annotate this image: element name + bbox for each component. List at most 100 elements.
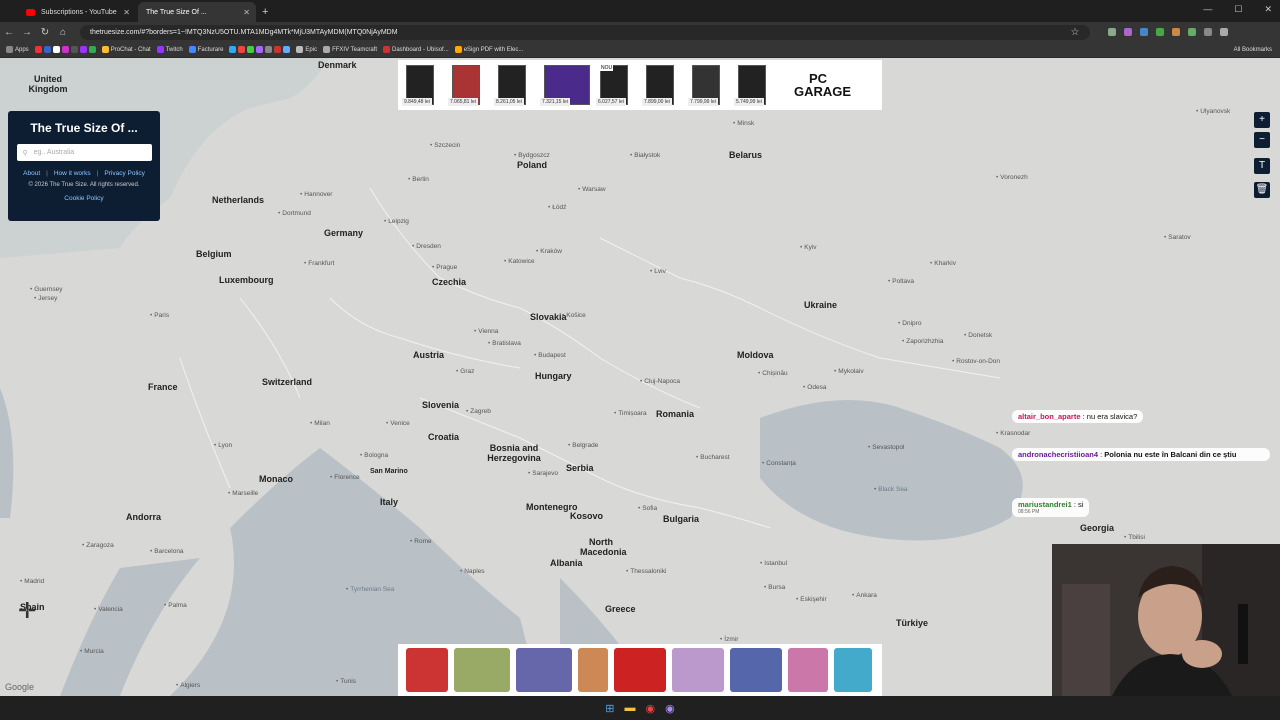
- pc-product[interactable]: 7.899,00 lei: [642, 65, 682, 106]
- city-label: Donetsk: [964, 332, 992, 339]
- pc-product[interactable]: 7.799,99 lei: [688, 65, 728, 106]
- favicon-icon: [323, 46, 331, 53]
- bookmark-ubisoft[interactable]: Dashboard - Ubisof...: [383, 46, 449, 53]
- close-window-icon[interactable]: ✕: [1264, 4, 1272, 15]
- city-label: Constanța: [762, 460, 796, 467]
- cookie-policy-link[interactable]: Cookie Policy: [8, 195, 160, 202]
- reload-icon[interactable]: ↻: [36, 27, 54, 38]
- bookmark-ffxiv[interactable]: FFXIV Teamcraft: [323, 46, 377, 53]
- product-image[interactable]: [672, 648, 724, 692]
- chat-message: andronachecristiioan4 : Polonia nu este …: [1012, 448, 1270, 461]
- all-bookmarks[interactable]: All Bookmarks: [1234, 47, 1272, 53]
- bookmark-prochat[interactable]: ProChat - Chat: [101, 46, 151, 53]
- maximize-icon[interactable]: ☐: [1234, 4, 1242, 15]
- product-image[interactable]: [454, 648, 510, 692]
- extension-icon[interactable]: [1188, 28, 1196, 36]
- zoom-out-button[interactable]: −: [1254, 132, 1270, 148]
- country-label: Netherlands: [212, 195, 265, 205]
- privacy-policy-link[interactable]: Privacy Policy: [104, 170, 144, 177]
- close-icon[interactable]: ✕: [123, 8, 130, 17]
- city-label: Timișoara: [614, 410, 646, 417]
- country-label: Kosovo: [570, 511, 604, 521]
- forward-icon[interactable]: →: [18, 27, 36, 38]
- extension-icon[interactable]: [1140, 28, 1148, 36]
- extension-icon[interactable]: [1220, 28, 1228, 36]
- address-bar[interactable]: thetruesize.com/#?borders=1~!MTQ3NzU5OTU…: [80, 24, 1090, 40]
- product-image[interactable]: [788, 648, 828, 692]
- product-image[interactable]: [834, 648, 872, 692]
- favicon-icon: [383, 46, 390, 53]
- city-label: Jersey: [34, 295, 57, 302]
- city-label: Leipzig: [384, 218, 409, 225]
- bookmark-icons[interactable]: [34, 46, 96, 53]
- bookmark-epic[interactable]: Epic: [296, 46, 317, 53]
- tab-youtube[interactable]: Subscriptions - YouTube ✕: [18, 2, 136, 22]
- city-label: Tunis: [336, 678, 356, 685]
- webcam-overlay: [1052, 544, 1280, 696]
- country-label: Croatia: [428, 432, 460, 442]
- new-tab-button[interactable]: +: [262, 6, 268, 18]
- pc-product[interactable]: 6.027,57 lei NOU: [596, 65, 636, 106]
- close-icon[interactable]: ✕: [243, 8, 250, 17]
- app-icon[interactable]: ◉: [665, 702, 675, 715]
- star-icon[interactable]: ☆: [1066, 27, 1084, 38]
- about-link[interactable]: About: [23, 170, 40, 177]
- new-badge: NOU: [600, 65, 614, 71]
- bookmark-esign[interactable]: eSign PDF with Elec...: [454, 46, 523, 53]
- bottom-ad-banner[interactable]: [398, 644, 882, 696]
- extension-icon[interactable]: [1172, 28, 1180, 36]
- pc-product[interactable]: 8.261,05 lei: [494, 65, 534, 106]
- text-tool-button[interactable]: T: [1254, 158, 1270, 174]
- chat-text: si: [1078, 500, 1084, 509]
- file-explorer-icon[interactable]: ▬: [625, 702, 636, 714]
- map-canvas[interactable]: Denmark United Kingdom Netherlands Germa…: [0, 58, 1280, 696]
- back-icon[interactable]: ←: [0, 27, 18, 38]
- bookmark-twitch[interactable]: Twitch: [156, 46, 183, 53]
- chat-message: altair_bon_aparte : nu era slavica?: [1012, 410, 1144, 423]
- favicon-icon: [43, 46, 51, 53]
- favicon-icon: [229, 46, 237, 53]
- country-label: Serbia: [566, 463, 594, 473]
- bookmark-icons-2[interactable]: [229, 46, 291, 53]
- country-label: Andorra: [126, 512, 162, 522]
- trash-icon[interactable]: 🗑: [1254, 182, 1270, 198]
- product-image[interactable]: [516, 648, 572, 692]
- country-label: Germany: [324, 228, 364, 238]
- country-label: Austria: [413, 350, 445, 360]
- top-ad-banner[interactable]: 9.849,48 lei 7.065,81 lei 8.261,05 lei 7…: [398, 60, 882, 110]
- city-label: Venice: [386, 420, 410, 427]
- extension-icon[interactable]: [1108, 28, 1116, 36]
- product-image[interactable]: [578, 648, 608, 692]
- extension-icon[interactable]: [1156, 28, 1164, 36]
- bookmark-apps[interactable]: Apps: [6, 46, 29, 53]
- chrome-icon[interactable]: ◉: [646, 702, 656, 715]
- city-label: Dortmund: [278, 210, 311, 217]
- pc-product[interactable]: 7.065,81 lei: [448, 65, 488, 106]
- pc-product[interactable]: 7.321,15 lei: [540, 65, 590, 106]
- city-label: Murcia: [80, 648, 104, 655]
- favicon-icon: [70, 46, 78, 53]
- extension-icon[interactable]: [1204, 28, 1212, 36]
- minimize-icon[interactable]: —: [1203, 4, 1212, 15]
- product-image[interactable]: [614, 648, 666, 692]
- windows-start-icon[interactable]: ⊞: [605, 702, 614, 715]
- twitch-icon: [156, 46, 164, 53]
- country-label: Bosnia and Herzegovina: [487, 443, 541, 463]
- city-label: Ulyanovsk: [1196, 108, 1230, 115]
- bookmark-facturare[interactable]: Facturare: [188, 46, 223, 53]
- city-label: Valencia: [94, 606, 122, 613]
- product-image[interactable]: [730, 648, 782, 692]
- home-icon[interactable]: ⌂: [54, 27, 72, 38]
- zoom-in-button[interactable]: +: [1254, 112, 1270, 128]
- product-image[interactable]: [406, 648, 448, 692]
- tab-true-size[interactable]: The True Size Of ... ✕: [138, 2, 256, 22]
- pc-product[interactable]: 5.749,99 lei: [734, 65, 774, 106]
- chat-message: mariustandrei1 : si 08:56 PM: [1012, 498, 1090, 517]
- city-label: Krasnodar: [996, 430, 1030, 437]
- pc-product[interactable]: 9.849,48 lei: [402, 65, 442, 106]
- search-input[interactable]: ⚲ eg.. Australia: [16, 144, 152, 161]
- extension-icon[interactable]: [1124, 28, 1132, 36]
- favicon-icon: [256, 46, 264, 53]
- city-label: Zagreb: [466, 408, 491, 415]
- how-it-works-link[interactable]: How it works: [54, 170, 91, 177]
